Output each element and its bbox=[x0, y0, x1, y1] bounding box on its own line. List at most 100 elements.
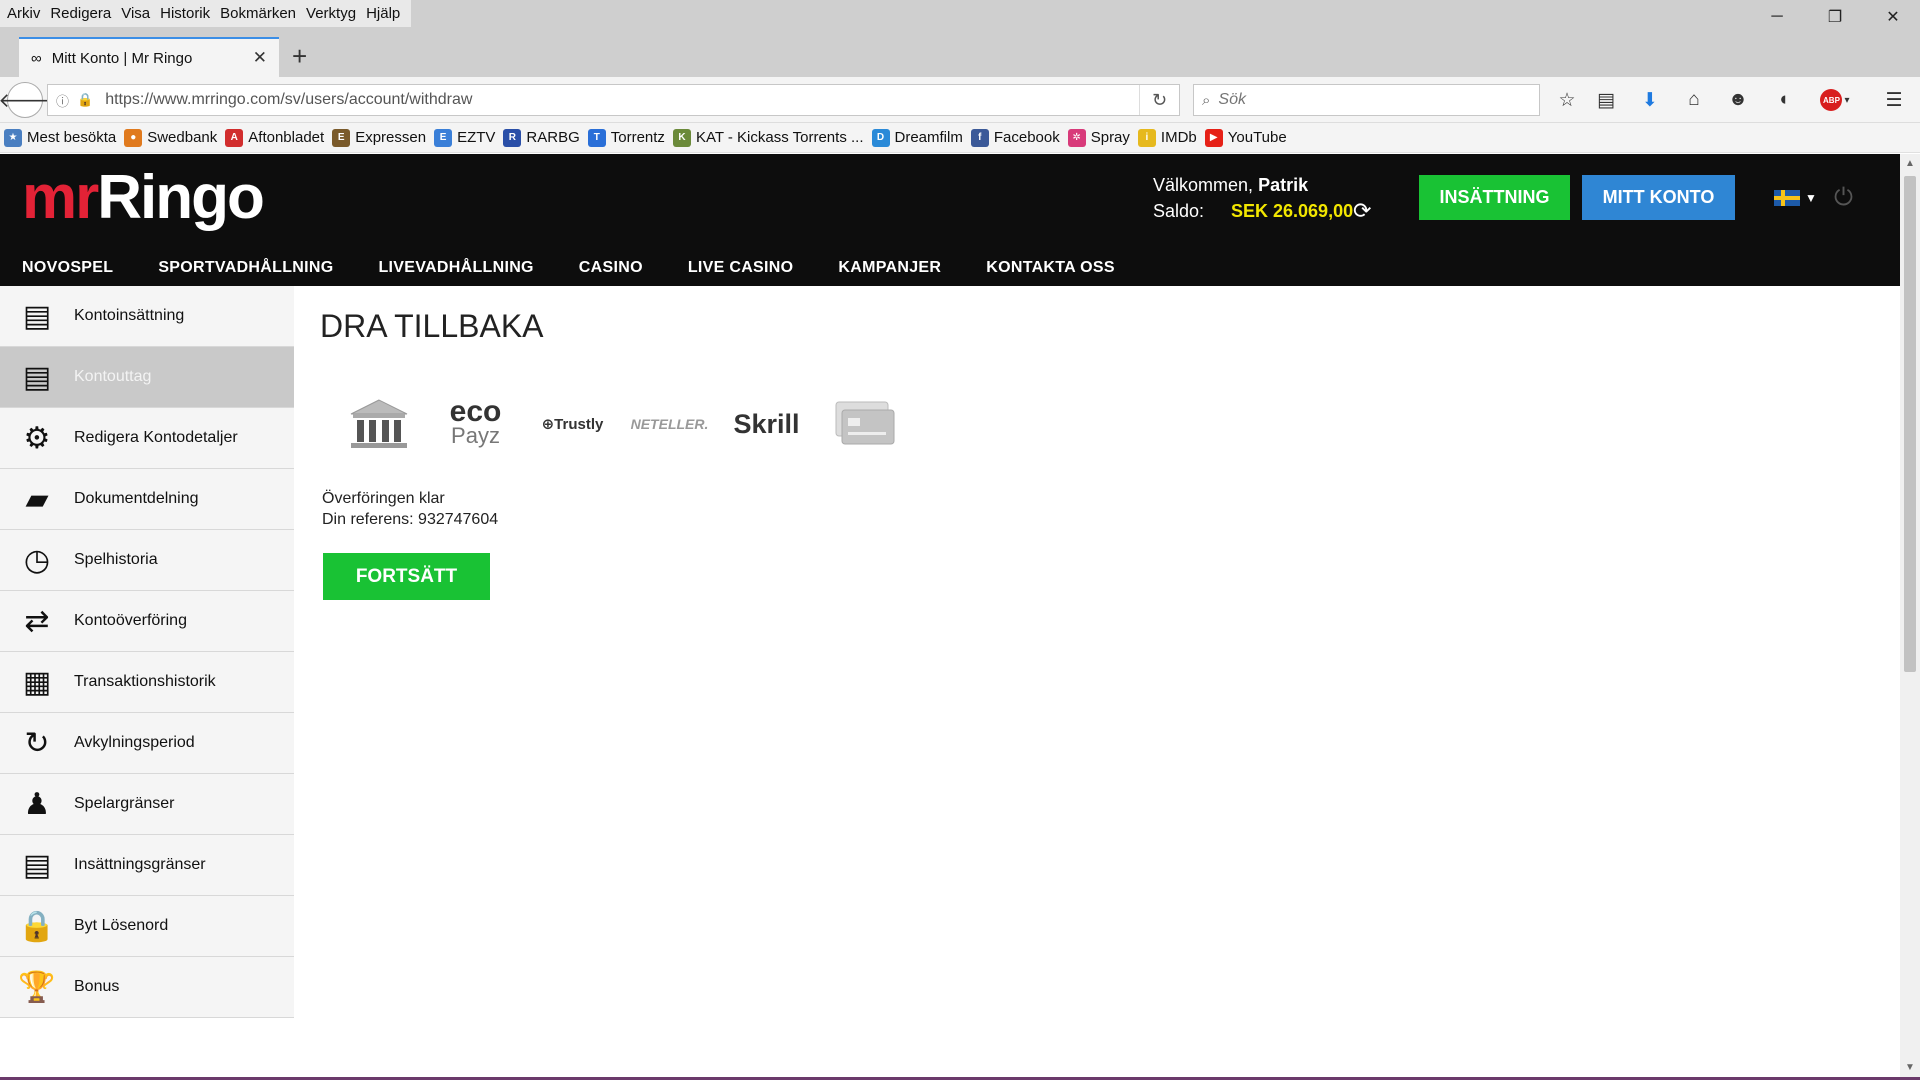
menu-item-3[interactable]: Historik bbox=[155, 0, 215, 27]
skrill-logo[interactable]: Skrill bbox=[718, 389, 815, 459]
sidebar-item[interactable]: ▤ Kontouttag bbox=[0, 347, 294, 408]
neteller-logo[interactable]: NETELLER. bbox=[621, 389, 718, 459]
pocket-icon[interactable]: ◖ bbox=[1769, 86, 1797, 114]
bookmark-item[interactable]: ● Swedbank bbox=[124, 128, 217, 147]
menu-item-5[interactable]: Verktyg bbox=[301, 0, 361, 27]
lock-icon: 🔒 bbox=[77, 92, 94, 107]
calendar-icon: ▦ bbox=[22, 665, 52, 699]
menu-item-6[interactable]: Hjälp bbox=[361, 0, 405, 27]
sidebar-item-label: Redigera Kontodetaljer bbox=[74, 429, 238, 446]
sidebar-item[interactable]: ♟ Spelargränser bbox=[0, 774, 294, 835]
sidebar-item[interactable]: ▤ Insättningsgränser bbox=[0, 835, 294, 896]
mrringo-logo[interactable]: mrRingo bbox=[22, 160, 265, 236]
reload-icon[interactable]: ↻ bbox=[1139, 85, 1179, 115]
download-icon[interactable]: ⬇ bbox=[1636, 86, 1664, 114]
new-tab-button[interactable]: + bbox=[292, 41, 307, 71]
bookmark-item[interactable]: f Facebook bbox=[970, 128, 1060, 147]
aftonbladet-icon: A bbox=[225, 128, 244, 147]
scroll-up-icon[interactable]: ▲ bbox=[1905, 158, 1915, 169]
sidebar-item[interactable]: ⚙ Redigera Kontodetaljer bbox=[0, 408, 294, 469]
deposit-button[interactable]: INSÄTTNING bbox=[1419, 175, 1570, 220]
continue-button[interactable]: FORTSÄTT bbox=[323, 553, 490, 600]
home-icon[interactable]: ⌂ bbox=[1680, 86, 1708, 114]
sidebar-item[interactable]: 🔒 Byt Lösenord bbox=[0, 896, 294, 957]
power-icon[interactable]: ⏻ bbox=[1834, 184, 1853, 212]
menu-item-0[interactable]: Arkiv bbox=[2, 0, 45, 27]
trustly-logo[interactable]: ⊕Trustly bbox=[524, 389, 621, 459]
nav-item-1[interactable]: SPORTVADHÅLLNING bbox=[158, 259, 333, 277]
caret-down-icon[interactable]: ▼ bbox=[1805, 191, 1817, 205]
bookmark-item[interactable]: R RARBG bbox=[503, 128, 580, 147]
sidebar-item[interactable]: ▰ Dokumentdelning bbox=[0, 469, 294, 530]
adblock-icon[interactable]: ABP ▾ bbox=[1815, 86, 1855, 114]
dreamfilm-icon: D bbox=[871, 128, 890, 147]
user-name: Patrik bbox=[1258, 175, 1309, 195]
bookmark-item[interactable]: i IMDb bbox=[1137, 128, 1197, 147]
bookmark-label: EZTV bbox=[457, 129, 496, 146]
hamburger-menu-icon[interactable]: ☰ bbox=[1880, 86, 1908, 114]
bank-icon[interactable] bbox=[330, 389, 427, 459]
ecopayz-logo[interactable]: eco Payz bbox=[427, 389, 524, 459]
page-scrollbar[interactable]: ▲ ▼ bbox=[1900, 154, 1920, 1080]
nav-item-2[interactable]: LIVEVADHÅLLNING bbox=[378, 259, 533, 277]
scrollbar-thumb[interactable] bbox=[1904, 176, 1916, 672]
imdb-icon: i bbox=[1137, 128, 1156, 147]
bookmark-label: Expressen bbox=[355, 129, 427, 146]
search-input[interactable] bbox=[1218, 91, 1519, 109]
sidebar-item-label: Kontoöverföring bbox=[74, 612, 187, 629]
menu-item-2[interactable]: Visa bbox=[116, 0, 155, 27]
logo-mr: mr bbox=[22, 163, 99, 232]
bookmark-item[interactable]: A Aftonbladet bbox=[225, 128, 324, 147]
nav-item-0[interactable]: NOVOSPEL bbox=[22, 259, 113, 277]
menu-item-1[interactable]: Redigera bbox=[45, 0, 116, 27]
bookmark-item[interactable]: D Dreamfilm bbox=[871, 128, 963, 147]
swedish-flag-icon[interactable] bbox=[1774, 190, 1800, 206]
bookmark-item[interactable]: K KAT - Kickass Torrents ... bbox=[672, 128, 864, 147]
reading-list-icon[interactable]: ▤ bbox=[1592, 86, 1620, 114]
refresh-balance-icon[interactable]: ⟳ bbox=[1353, 198, 1371, 224]
bookmark-item[interactable]: ★ Mest besökta bbox=[4, 128, 116, 147]
menu-item-4[interactable]: Bokmärken bbox=[215, 0, 301, 27]
site-header: mrRingo Välkommen, Patrik Saldo: SEK 26.… bbox=[0, 154, 1900, 286]
sidebar-item[interactable]: ▦ Transaktionshistorik bbox=[0, 652, 294, 713]
url-bar[interactable]: ⓘ 🔒 https://www.mrringo.com/sv/users/acc… bbox=[47, 84, 1180, 116]
sidebar-item[interactable]: ⇄ Kontoöverföring bbox=[0, 591, 294, 652]
bookmark-item[interactable]: E Expressen bbox=[332, 128, 427, 147]
menu-items: Arkiv Redigera Visa Historik Bokmärken Verkty… bbox=[0, 0, 412, 27]
bookmark-item[interactable]: T Torrentz bbox=[587, 128, 665, 147]
my-account-button[interactable]: MITT KONTO bbox=[1582, 175, 1735, 220]
sidebar-item[interactable]: 🏆 Bonus bbox=[0, 957, 294, 1018]
gear-icon: ⚙ bbox=[23, 421, 51, 455]
nav-item-6[interactable]: KONTAKTA OSS bbox=[986, 259, 1115, 277]
nav-item-4[interactable]: LIVE CASINO bbox=[688, 259, 794, 277]
tab-close-icon[interactable]: ✕ bbox=[253, 48, 267, 68]
search-bar[interactable]: ⌕ bbox=[1193, 84, 1540, 116]
sidebar-item[interactable]: ↻ Avkylningsperiod bbox=[0, 713, 294, 774]
logo-ringo: Ringo bbox=[97, 163, 265, 232]
scroll-down-icon[interactable]: ▼ bbox=[1905, 1062, 1915, 1073]
page-title: DRA TILLBAKA bbox=[320, 308, 544, 344]
kat-icon: K bbox=[672, 128, 691, 147]
info-icon[interactable]: ⓘ bbox=[56, 91, 69, 110]
tab-mitt-konto[interactable]: ∞ Mitt Konto | Mr Ringo ✕ bbox=[19, 37, 279, 77]
bookmark-star-icon[interactable]: ☆ bbox=[1553, 86, 1581, 114]
sidebar-item-label: Spelargränser bbox=[74, 795, 175, 812]
eztv-icon: E bbox=[434, 128, 453, 147]
site-page: mrRingo Välkommen, Patrik Saldo: SEK 26.… bbox=[0, 154, 1900, 1080]
bookmark-item[interactable]: E EZTV bbox=[434, 128, 496, 147]
sidebar-item[interactable]: ◷ Spelhistoria bbox=[0, 530, 294, 591]
transfer-message: Överföringen klar Din referens: 93274760… bbox=[322, 488, 498, 530]
card-icon[interactable] bbox=[815, 389, 912, 459]
youtube-icon: ▶ bbox=[1204, 128, 1223, 147]
sidebar-item-label: Transaktionshistorik bbox=[74, 673, 216, 690]
payment-methods: eco Payz ⊕Trustly NETELLER. Skrill bbox=[330, 389, 912, 459]
url-text[interactable]: https://www.mrringo.com/sv/users/account… bbox=[105, 91, 1139, 109]
smiley-icon[interactable]: ☻ bbox=[1724, 86, 1752, 114]
bookmark-item[interactable]: ▶ YouTube bbox=[1204, 128, 1287, 147]
back-button[interactable]: 🡐 bbox=[0, 82, 52, 118]
nav-item-5[interactable]: KAMPANJER bbox=[838, 259, 941, 277]
reference-text: Din referens: 932747604 bbox=[322, 511, 499, 528]
sidebar-item[interactable]: ▤ Kontoinsättning bbox=[0, 286, 294, 347]
bookmark-item[interactable]: ✲ Spray bbox=[1067, 128, 1130, 147]
nav-item-3[interactable]: CASINO bbox=[579, 259, 643, 277]
